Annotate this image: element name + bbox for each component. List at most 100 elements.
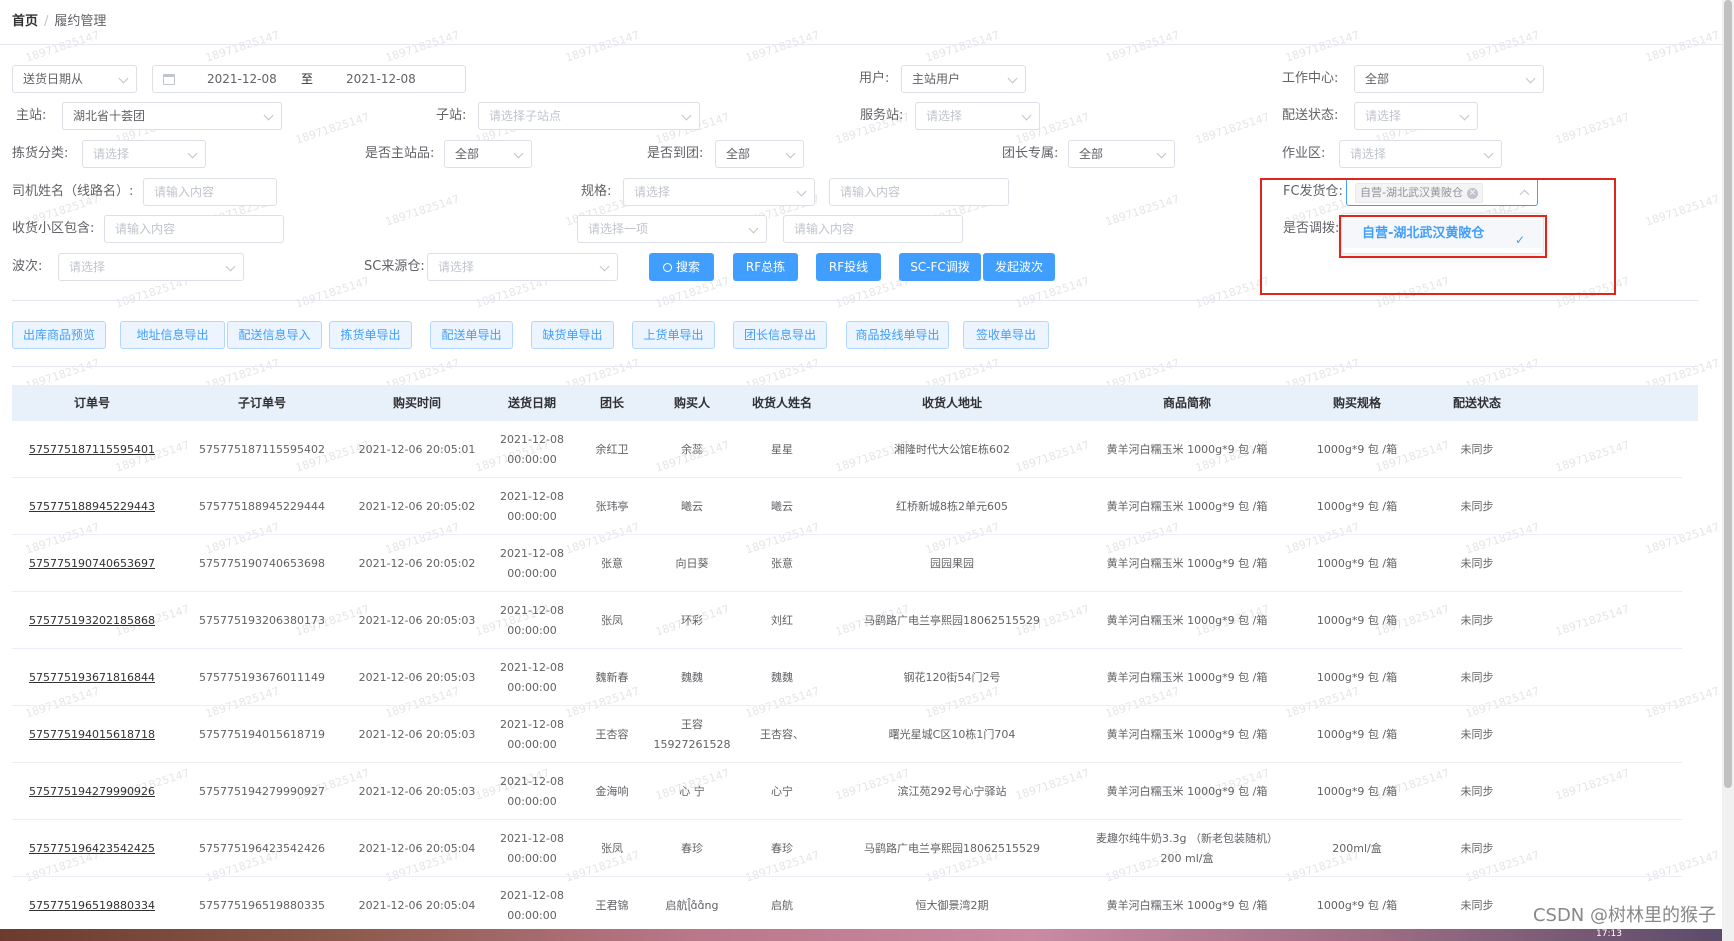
search-button[interactable]: 搜索 xyxy=(649,253,714,281)
spec-input[interactable]: 请输入内容 xyxy=(829,178,1009,206)
taskbar-clock: 17:13 xyxy=(1596,929,1622,939)
spec-label: 规格: xyxy=(581,184,612,199)
order-number-link[interactable]: 575775190740653697 xyxy=(12,535,172,592)
sub-station-select[interactable]: 请选择子站点 xyxy=(478,102,700,130)
table-cell: 曙光星城C区10栋1门704 xyxy=(888,727,1016,741)
column-header: 送货日期 xyxy=(507,396,556,410)
taskbar-strip: 17:13 xyxy=(0,929,1722,941)
table-cell: 未同步 xyxy=(1460,898,1494,912)
vertical-scrollbar[interactable] xyxy=(1722,0,1734,941)
table-cell: 575775188945229444 xyxy=(199,499,325,513)
order-number-link[interactable]: 575775194279990926 xyxy=(12,763,172,820)
column-header: 订单号 xyxy=(73,396,110,410)
table-cell: 张凤 xyxy=(601,841,623,855)
date-type-select[interactable]: 送货日期从 xyxy=(12,65,137,93)
is-arrived-select[interactable]: 全部 xyxy=(715,140,804,168)
driver-input[interactable]: 请输入内容 xyxy=(143,178,277,206)
order-number-link[interactable]: 575775193202185868 xyxy=(12,592,172,649)
export-button-10[interactable]: 签收单导出 xyxy=(963,321,1049,349)
table-row[interactable]: 575775193202185868 575775193206380173 2021… xyxy=(12,592,1682,649)
export-button-4[interactable]: 拣货单导出 xyxy=(329,321,412,349)
export-button-5[interactable]: 配送单导出 xyxy=(430,321,513,349)
driver-label: 司机姓名（线路名）: xyxy=(12,184,134,199)
table-cell: 2021-12-08 00:00:00 xyxy=(500,888,564,922)
is-main-item-label: 是否主站品: xyxy=(365,146,435,161)
driver-placeholder: 请输入内容 xyxy=(154,185,215,199)
work-area-select[interactable]: 请选择 xyxy=(1339,140,1502,168)
spec-input-placeholder: 请输入内容 xyxy=(840,185,901,199)
delivery-status-label: 配送状态: xyxy=(1282,108,1339,123)
export-button-7[interactable]: 上货单导出 xyxy=(632,321,715,349)
select-one-select[interactable]: 请选择一项 xyxy=(577,215,767,243)
table-row[interactable]: 575775194279990926 575775194279990927 2021… xyxy=(12,763,1682,820)
scrollbar-thumb[interactable] xyxy=(1724,0,1732,788)
table-cell: 未同步 xyxy=(1460,442,1494,456)
table-cell: 1000g*9 包 /箱 xyxy=(1316,898,1398,912)
table-cell: 王杏容 xyxy=(595,727,629,741)
spec-select[interactable]: 请选择 xyxy=(623,178,815,206)
user-select[interactable]: 主站用户 xyxy=(901,65,1026,93)
table-cell: 2021-12-06 20:05:04 xyxy=(358,841,476,855)
column-header: 商品简称 xyxy=(1162,396,1211,410)
table-cell: 1000g*9 包 /箱 xyxy=(1316,556,1398,570)
pick-category-select[interactable]: 请选择 xyxy=(82,140,206,168)
table-cell: 未同步 xyxy=(1460,613,1494,627)
receive-area-input[interactable]: 请输入内容 xyxy=(104,215,284,243)
order-number-link[interactable]: 575775196423542425 xyxy=(12,820,172,877)
pick-category-placeholder: 请选择 xyxy=(93,147,130,161)
table-cell: 2021-12-06 20:05:03 xyxy=(358,784,476,798)
sc-source-select[interactable]: 请选择 xyxy=(427,253,618,281)
extra-input[interactable]: 请输入内容 xyxy=(783,215,963,243)
main-station-value: 湖北省十荟团 xyxy=(73,109,146,123)
is-main-item-select[interactable]: 全部 xyxy=(444,140,532,168)
order-number-link[interactable]: 575775187115595401 xyxy=(12,421,172,478)
launch-wave-button[interactable]: 发起波次 xyxy=(983,253,1055,281)
sc-fc-transfer-button[interactable]: SC-FC调拨 xyxy=(899,253,981,281)
order-number-link[interactable]: 575775193671816844 xyxy=(12,649,172,706)
table-cell: 2021-12-08 00:00:00 xyxy=(500,660,564,694)
order-number-link[interactable]: 575775188945229443 xyxy=(12,478,172,535)
breadcrumb-home[interactable]: 首页 xyxy=(12,14,38,29)
filter-divider xyxy=(12,300,1698,301)
table-row[interactable]: 575775196519880334 575775196519880335 2021… xyxy=(12,877,1682,934)
column-header: 购买时间 xyxy=(392,396,441,410)
table-row[interactable]: 575775188945229443 575775188945229444 2021… xyxy=(12,478,1682,535)
rf-summary-button[interactable]: RF总拣 xyxy=(733,253,798,281)
rf-delivery-button[interactable]: RF投线 xyxy=(816,253,881,281)
export-button-3[interactable]: 配送信息导入 xyxy=(227,321,322,349)
table-row[interactable]: 575775187115595401 575775187115595402 2021… xyxy=(12,421,1682,478)
column-header: 购买规格 xyxy=(1332,396,1381,410)
table-cell: 2021-12-06 20:05:02 xyxy=(358,499,476,513)
table-cell: 马鹞路广电兰亭熙园18062515529 xyxy=(864,613,1040,627)
table-cell: 魏新春 xyxy=(595,670,629,684)
order-number-link[interactable]: 575775194015618718 xyxy=(12,706,172,763)
table-cell: 环彩 xyxy=(681,613,703,627)
table-cell: 未同步 xyxy=(1460,670,1494,684)
export-button-9[interactable]: 商品投线单导出 xyxy=(846,321,949,349)
export-button-8[interactable]: 团长信息导出 xyxy=(733,321,827,349)
delivery-status-select[interactable]: 请选择 xyxy=(1354,102,1478,130)
table-cell: 2021-12-08 00:00:00 xyxy=(500,774,564,808)
leader-exclusive-select[interactable]: 全部 xyxy=(1068,140,1175,168)
service-station-select[interactable]: 请选择 xyxy=(915,102,1040,130)
work-center-select[interactable]: 全部 xyxy=(1354,65,1544,93)
export-button-1[interactable]: 出库商品预览 xyxy=(12,321,106,349)
table-row[interactable]: 575775190740653697 575775190740653698 2021… xyxy=(12,535,1682,592)
main-station-select[interactable]: 湖北省十荟团 xyxy=(62,102,282,130)
chevron-down-icon xyxy=(1021,110,1032,121)
export-button-6[interactable]: 缺货单导出 xyxy=(531,321,614,349)
table-cell: 恒大御景湾2期 xyxy=(915,898,989,912)
watermark-text: 18971825147 xyxy=(1644,28,1721,64)
table-cell: 575775193676011149 xyxy=(199,670,325,684)
wave-select[interactable]: 请选择 xyxy=(58,253,244,281)
table-cell: 575775187115595402 xyxy=(199,442,325,456)
breadcrumb-current: 履约管理 xyxy=(54,14,107,29)
order-number-link[interactable]: 575775196519880334 xyxy=(12,877,172,934)
table-row[interactable]: 575775196423542425 575775196423542426 2021… xyxy=(12,820,1682,877)
table-cell: 心宁 xyxy=(771,784,793,798)
table-row[interactable]: 575775194015618718 575775194015618719 2021… xyxy=(12,706,1682,763)
date-range-picker[interactable]: 2021-12-08 至 2021-12-08 xyxy=(152,65,466,93)
export-button-2[interactable]: 地址信息导出 xyxy=(120,321,225,349)
breadcrumb: 首页 / 履约管理 xyxy=(12,10,106,29)
table-row[interactable]: 575775193671816844 575775193676011149 2021… xyxy=(12,649,1682,706)
